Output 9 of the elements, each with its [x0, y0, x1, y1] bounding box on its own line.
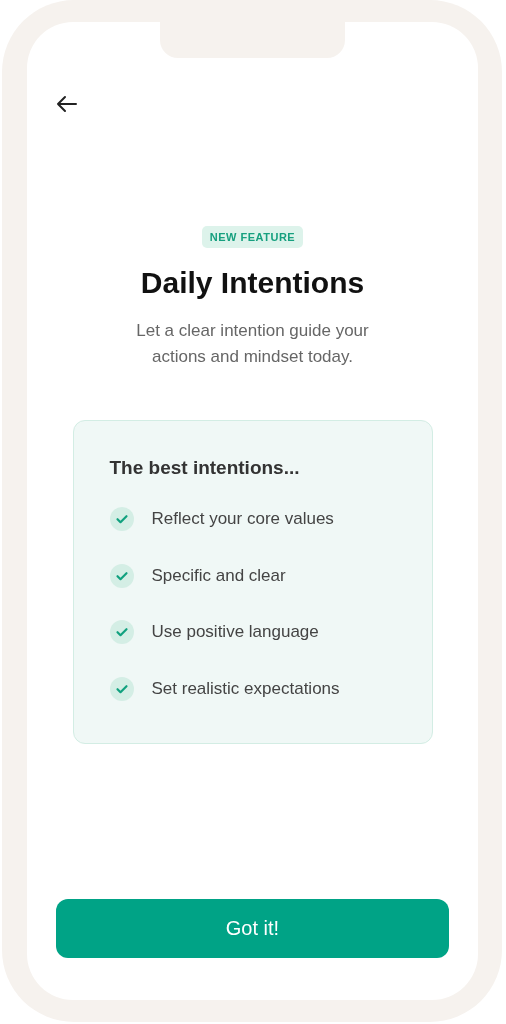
- got-it-button[interactable]: Got it!: [56, 899, 449, 958]
- tip-text: Specific and clear: [151, 565, 286, 586]
- tip-text: Set realistic expectations: [151, 678, 340, 699]
- screen-subtitle: Let a clear intention guide your actions and mindset today.: [135, 320, 370, 368]
- screen-title: Daily Intentions: [140, 266, 365, 300]
- card-heading: The best intentions...: [109, 457, 301, 479]
- tip-text: Use positive language: [151, 622, 319, 643]
- new-feature-badge: NEW FEATURE: [201, 226, 304, 248]
- tip-text: Reflect your core values: [151, 509, 334, 530]
